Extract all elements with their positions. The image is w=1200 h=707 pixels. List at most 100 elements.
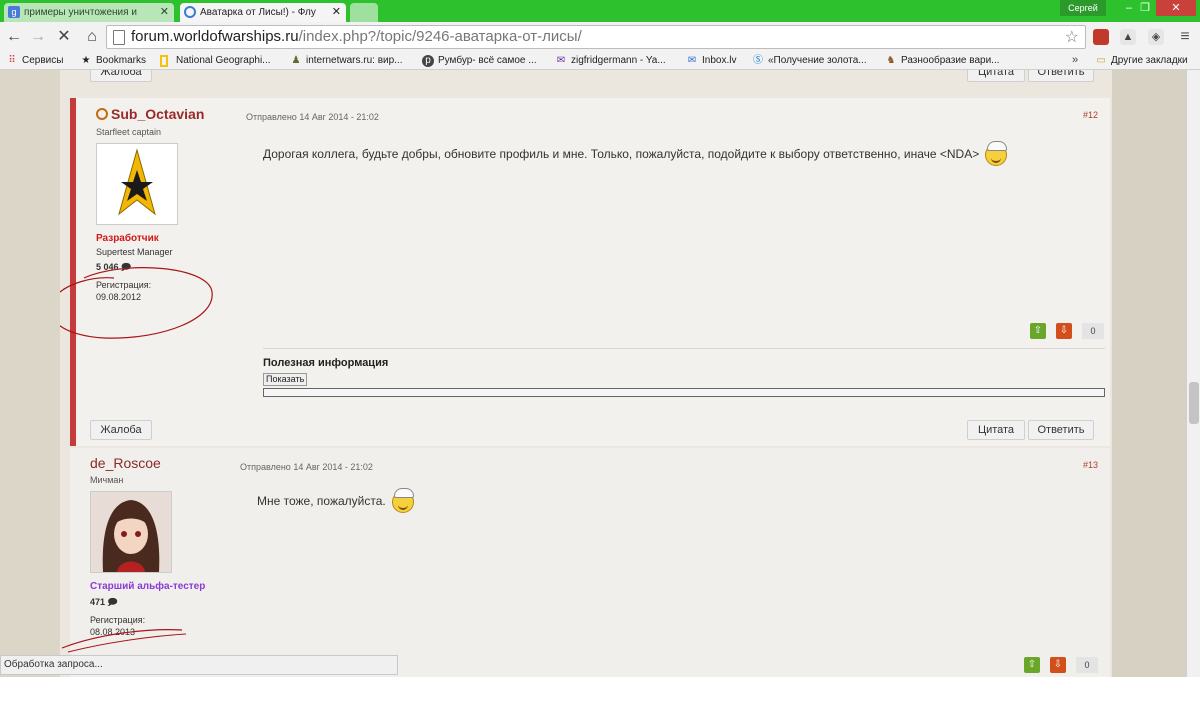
- url-path: /index.php?/topic/9246-аватарка-от-лисы/: [298, 28, 582, 45]
- close-icon[interactable]: ✕: [1156, 0, 1196, 16]
- show-button[interactable]: Показать: [263, 373, 308, 386]
- bookmark-star-icon[interactable]: ☆: [1065, 27, 1079, 47]
- url-text[interactable]: forum.worldofwarships.ru/index.php?/topi…: [131, 26, 582, 48]
- post-number[interactable]: #12: [1083, 110, 1098, 120]
- soldier-icon: ♟: [291, 55, 301, 66]
- report-button[interactable]: Жалоба: [90, 70, 152, 82]
- bookmark-label: «Получение золота...: [768, 55, 867, 66]
- natgeo-icon: [160, 55, 168, 67]
- bookmark-label: Румбур- всё самое ...: [438, 55, 537, 66]
- vote-up-icon[interactable]: ⇧: [1024, 657, 1040, 673]
- avatar[interactable]: [90, 491, 172, 573]
- mail-envelope-icon: ✉: [556, 55, 566, 66]
- post-count: 471 🗩: [90, 595, 118, 611]
- bookmark-item[interactable]: ♟ internetwars.ru: вир...: [290, 54, 403, 68]
- red-circle-annotation: [60, 267, 213, 339]
- loading-spinner-icon: [184, 6, 196, 18]
- post-date: Отправлено 14 Авг 2014 - 21:02: [240, 462, 373, 472]
- new-tab-button[interactable]: [350, 3, 378, 22]
- member-group: Разработчик: [96, 233, 159, 244]
- author-name[interactable]: de_Roscoe: [90, 455, 161, 471]
- bookmark-label: internetwars.ru: вир...: [306, 55, 403, 66]
- bookmark-item[interactable]: ♞ Разнообразие вари...: [885, 54, 1000, 68]
- vertical-scrollbar[interactable]: [1186, 70, 1200, 677]
- extension-icon[interactable]: ◈: [1148, 29, 1164, 45]
- online-status-icon: [96, 108, 108, 120]
- reply-button[interactable]: Ответить: [1028, 70, 1094, 82]
- address-bar[interactable]: forum.worldofwarships.ru/index.php?/topi…: [106, 25, 1086, 49]
- back-arrow-icon[interactable]: ←: [4, 27, 24, 47]
- starfleet-logo-icon: [118, 148, 156, 216]
- folder-icon: ▭: [1096, 55, 1106, 66]
- tab-active[interactable]: Аватарка от Лисы!) - Флу ✕: [180, 3, 346, 22]
- sailor-smiley-icon: [391, 488, 414, 513]
- profile-button[interactable]: Сергей: [1060, 0, 1106, 16]
- bookmark-item[interactable]: ✉ zigfridgermann - Ya...: [555, 54, 666, 68]
- member-rank: Мичман: [90, 475, 124, 485]
- author-name[interactable]: Sub_Octavian: [111, 106, 204, 122]
- other-bookmarks-folder[interactable]: ▭ Другие закладки: [1095, 54, 1188, 68]
- bookmark-label: zigfridgermann - Ya...: [571, 55, 666, 66]
- bookmark-item[interactable]: ★ Bookmarks: [80, 54, 147, 68]
- bookmark-label: Разнообразие вари...: [901, 55, 1000, 66]
- bookmark-label: Inbox.lv: [702, 55, 737, 66]
- post-number[interactable]: #13: [1083, 460, 1098, 470]
- sailor-smiley-icon: [985, 141, 1008, 166]
- reputation-count: 0: [1082, 323, 1104, 339]
- anime-avatar-image: [91, 492, 171, 572]
- tab-close-icon[interactable]: ✕: [332, 3, 341, 22]
- bookmarks-bar: ⠿ Сервисы ★ Bookmarks National Geographi..…: [0, 52, 1200, 70]
- forum-post: de_Roscoe Мичман Старший альфа-тестер 47…: [61, 448, 1110, 677]
- reply-button[interactable]: Ответить: [1028, 420, 1094, 440]
- comment-icon: 🗩: [107, 597, 118, 607]
- post-author[interactable]: de_Roscoe: [90, 455, 161, 471]
- page-margin: [1112, 70, 1186, 677]
- post-text: Дорогая коллега, будьте добры, обновите …: [263, 147, 980, 162]
- maximize-icon[interactable]: ❐: [1132, 0, 1158, 16]
- bookmark-item[interactable]: Ⓢ «Получение золота...: [752, 54, 867, 68]
- quote-button[interactable]: Цитата: [967, 70, 1025, 82]
- post-author[interactable]: Sub_Octavian: [96, 106, 204, 122]
- bookmarks-overflow-button[interactable]: »: [1072, 54, 1078, 66]
- menu-icon[interactable]: ≡: [1176, 27, 1194, 47]
- bookmark-label: Другие закладки: [1111, 55, 1188, 66]
- stop-icon[interactable]: ✕: [54, 27, 74, 47]
- tab-title: примеры уничтожения и: [24, 7, 137, 18]
- avatar[interactable]: [96, 143, 178, 225]
- forward-arrow-icon[interactable]: →: [28, 27, 48, 47]
- forum-post: Sub_Octavian Starfleet captain Разработч…: [60, 98, 1110, 446]
- member-rank: Starfleet captain: [96, 127, 162, 137]
- apps-grid-icon: ⠿: [8, 55, 16, 66]
- bookmark-item[interactable]: ⠿ Сервисы: [6, 54, 63, 68]
- post-count-value: 471: [90, 597, 106, 607]
- bookmark-item[interactable]: ✉ Inbox.lv: [686, 54, 737, 68]
- bookmark-item[interactable]: p Румбур- всё самое ...: [422, 54, 537, 68]
- bookmark-label: Bookmarks: [96, 55, 147, 66]
- vote-down-icon[interactable]: ⇩: [1050, 657, 1066, 673]
- extension-icon[interactable]: [1093, 29, 1109, 45]
- scrollbar-thumb[interactable]: [1189, 382, 1199, 424]
- reputation-count: 0: [1076, 657, 1098, 673]
- vote-up-icon[interactable]: ⇧: [1030, 323, 1046, 339]
- browser-toolbar: ← → ✕ ⌂ forum.worldofwarships.ru/index.p…: [0, 22, 1200, 52]
- tab-inactive[interactable]: g примеры уничтожения и ✕: [4, 3, 174, 22]
- bookmark-item[interactable]: National Geographi...: [160, 54, 271, 68]
- quote-button[interactable]: Цитата: [967, 420, 1025, 440]
- url-domain: forum.worldofwarships.ru: [131, 28, 299, 45]
- google-g-icon: g: [8, 6, 20, 18]
- post-body: Дорогая коллега, будьте добры, обновите …: [263, 141, 1008, 166]
- post-text: Мне тоже, пожалуйста.: [257, 494, 386, 509]
- home-icon[interactable]: ⌂: [82, 27, 102, 47]
- page-icon: [113, 30, 125, 45]
- pinterest-icon: p: [422, 55, 434, 67]
- tab-strip: g примеры уничтожения и ✕ Аватарка от Ли…: [0, 0, 1200, 22]
- tab-close-icon[interactable]: ✕: [160, 3, 169, 22]
- member-group: Старший альфа-тестер: [90, 581, 206, 592]
- report-button[interactable]: Жалоба: [90, 420, 152, 440]
- vote-down-icon[interactable]: ⇩: [1056, 323, 1072, 339]
- status-bubble: Обработка запроса...: [0, 655, 398, 675]
- extension-icon[interactable]: ▲: [1120, 29, 1136, 45]
- member-title: Supertest Manager: [96, 247, 173, 257]
- tab-title: Аватарка от Лисы!) - Флу: [200, 7, 316, 18]
- bookmark-label: National Geographi...: [176, 55, 271, 66]
